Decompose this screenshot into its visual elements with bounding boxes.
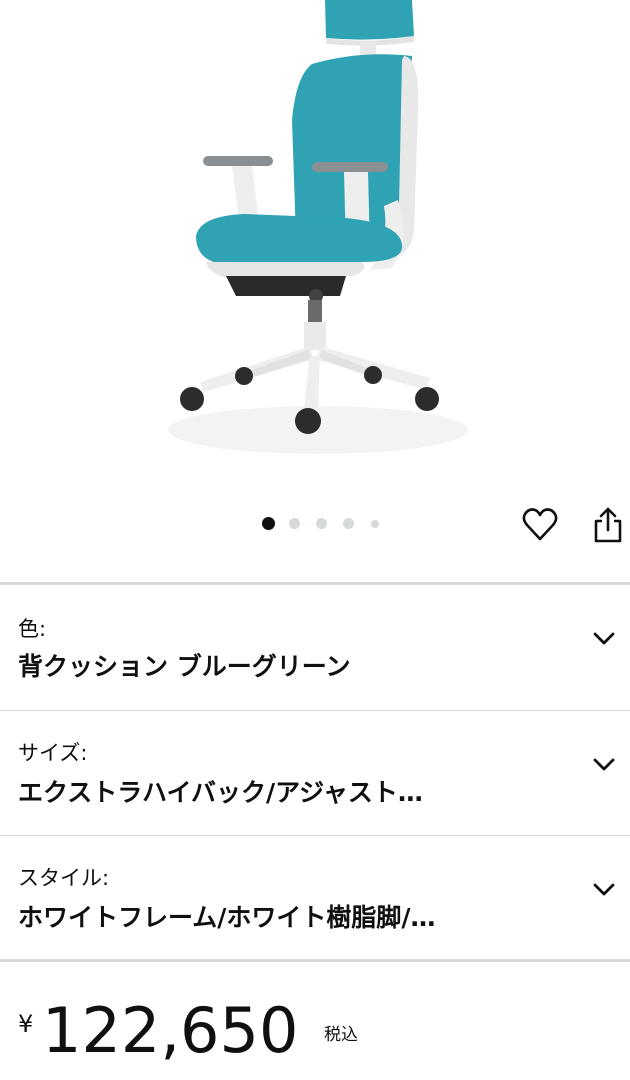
option-label: 色:	[18, 617, 47, 641]
carousel-dot[interactable]	[289, 518, 300, 529]
option-label: サイズ:	[18, 741, 88, 765]
section-divider	[0, 959, 630, 962]
color-option-selector[interactable]: 色: 背クッション ブルーグリーン	[0, 585, 630, 710]
heart-icon	[522, 508, 558, 541]
carousel-dot[interactable]	[343, 518, 354, 529]
favorite-button[interactable]	[522, 508, 558, 542]
carousel-dot[interactable]	[371, 520, 379, 528]
product-image[interactable]	[0, 0, 630, 475]
price-amount: 122,650	[42, 994, 299, 1067]
share-icon	[594, 507, 622, 543]
currency-symbol: ¥	[18, 1010, 34, 1038]
option-value: ホワイトフレーム/ホワイト樹脂脚/…	[18, 903, 436, 932]
carousel-dot[interactable]	[262, 517, 275, 530]
office-chair-illustration	[168, 0, 468, 454]
option-value: 背クッション ブルーグリーン	[18, 652, 351, 681]
chevron-down-icon	[592, 631, 616, 651]
tax-included-label: 税込	[324, 1025, 358, 1045]
size-option-selector[interactable]: サイズ: エクストラハイバック/アジャスト…	[0, 711, 630, 835]
chevron-down-icon	[592, 757, 616, 777]
option-value: エクストラハイバック/アジャスト…	[18, 778, 423, 807]
style-option-selector[interactable]: スタイル: ホワイトフレーム/ホワイト樹脂脚/…	[0, 836, 630, 960]
carousel-dot[interactable]	[316, 518, 327, 529]
option-label: スタイル:	[18, 866, 110, 890]
share-button[interactable]	[592, 506, 624, 544]
chevron-down-icon	[592, 882, 616, 902]
